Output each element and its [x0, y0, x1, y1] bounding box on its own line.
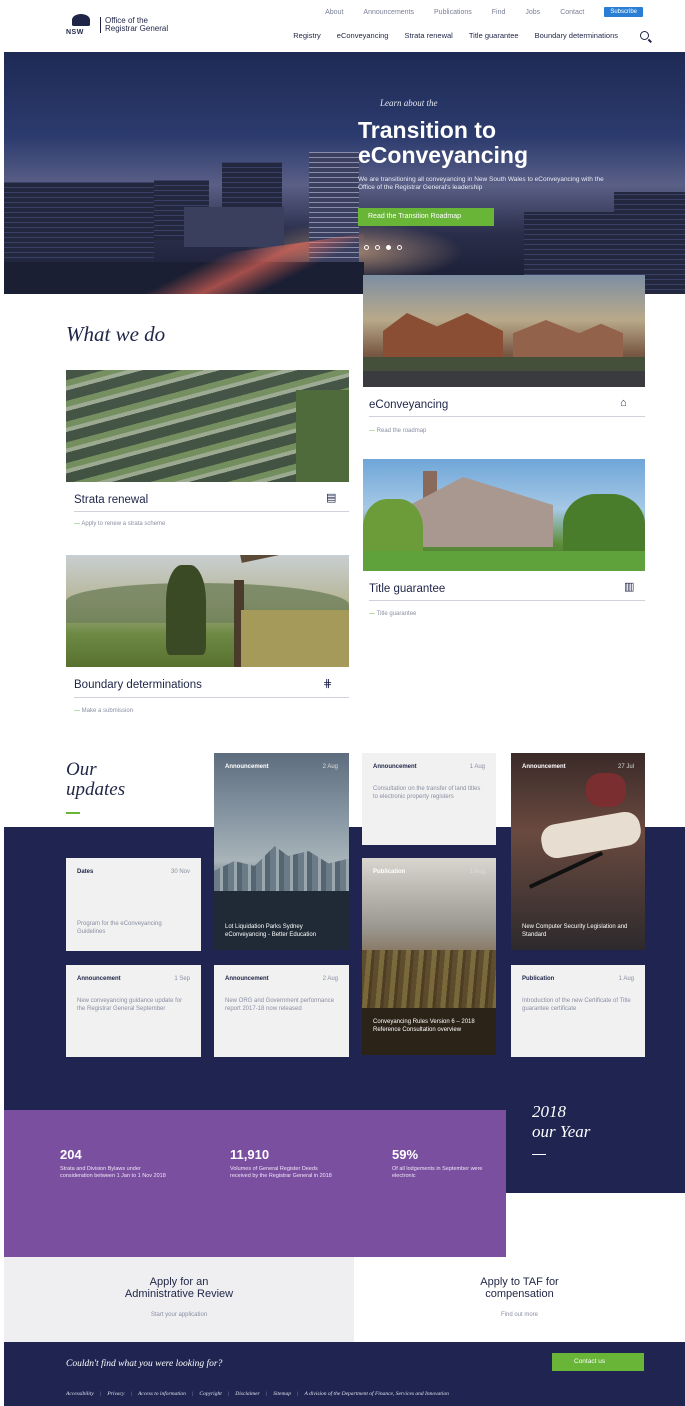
logo-line-2: Registrar General	[105, 24, 169, 33]
carousel-dots	[364, 245, 402, 250]
footer-links: Accessibility | Privacy | Access to inform…	[66, 1391, 449, 1397]
apply-taf-link[interactable]: Find out more	[354, 1312, 685, 1318]
update-card[interactable]: Announcement 1 Aug Consultation on the t…	[362, 753, 496, 845]
utility-link-announcements[interactable]: Announcements	[363, 9, 414, 16]
subscribe-button[interactable]: Subscribe	[604, 7, 643, 17]
house-icon: ⌂	[620, 397, 627, 409]
main-nav: Registry eConveyancing Strata renewal Ti…	[293, 31, 649, 40]
carousel-dot-1[interactable]	[364, 245, 369, 250]
footer-link-sitemap[interactable]: Sitemap	[273, 1391, 291, 1397]
apply-review-link[interactable]: Start your application	[4, 1312, 354, 1318]
hero-kicker: Learn about the	[380, 98, 438, 108]
update-card[interactable]: Announcement 1 Sep New conveyancing guid…	[66, 965, 201, 1057]
utility-nav: About Announcements Publications Find Jo…	[325, 7, 643, 17]
tile-title-econveyancing[interactable]: eConveyancing	[369, 399, 448, 411]
footer-link-copyright[interactable]: Copyright	[199, 1391, 221, 1397]
update-card[interactable]: Announcement 2 Aug Lot Liquidation Parks…	[214, 753, 349, 950]
footer-question: Couldn't find what you were looking for?	[66, 1359, 223, 1369]
apply-review-heading: Apply for an Administrative Review	[124, 1276, 234, 1300]
utility-link-publications[interactable]: Publications	[434, 9, 472, 16]
footer-link-accessibility[interactable]: Accessibility	[66, 1391, 94, 1397]
tile-link-title-guarantee[interactable]: Title guarantee	[369, 611, 417, 617]
hero-subtitle: We are transitioning all conveyancing in…	[358, 176, 604, 191]
update-card[interactable]: Publication 1 Aug Introduction of the ne…	[511, 965, 645, 1057]
nav-item-registry[interactable]: Registry	[293, 31, 321, 40]
update-card[interactable]: Announcement 2 Aug New ORG and Governmen…	[214, 965, 349, 1057]
stat-number: 11,910	[230, 1147, 270, 1162]
footer-link-disclaimer[interactable]: Disclaimer	[235, 1391, 259, 1397]
update-card[interactable]: Publication 1 Aug Conveyancing Rules Ver…	[362, 858, 496, 1055]
footer-tagline: A division of the Department of Finance,…	[304, 1391, 449, 1397]
strata-renewal-image[interactable]	[66, 370, 349, 482]
site-logo[interactable]: NSW Office of the Registrar General	[66, 14, 168, 36]
tile-link-boundary-determinations[interactable]: Make a submission	[74, 708, 133, 714]
waratah-logo-icon: NSW	[66, 14, 96, 36]
utility-link-about[interactable]: About	[325, 9, 343, 16]
footer-link-privacy[interactable]: Privacy	[107, 1391, 124, 1397]
update-card[interactable]: Announcement 27 Jul New Computer Securit…	[511, 753, 645, 950]
hero-title: Transition to eConveyancing	[358, 117, 528, 168]
stat-number: 204	[60, 1147, 82, 1162]
tile-title-title-guarantee[interactable]: Title guarantee	[369, 583, 445, 595]
apply-taf-heading: Apply to TAF for compensation	[480, 1276, 559, 1300]
utility-link-jobs[interactable]: Jobs	[525, 9, 540, 16]
nav-item-boundary-determinations[interactable]: Boundary determinations	[535, 31, 618, 40]
stat-number: 59%	[392, 1147, 419, 1162]
site-header: NSW Office of the Registrar General Abou…	[0, 0, 685, 52]
utility-link-find[interactable]: Find	[492, 9, 506, 16]
tile-link-strata-renewal[interactable]: Apply to renew a strata scheme	[74, 521, 165, 527]
footer-link-access-to-information[interactable]: Access to information	[138, 1391, 186, 1397]
title-guarantee-image[interactable]	[363, 459, 645, 571]
contact-us-button[interactable]: Contact us	[552, 1353, 644, 1371]
building-icon: ▤	[326, 492, 337, 504]
fence-icon: ⋕	[323, 678, 333, 690]
stats-panel	[4, 1110, 506, 1257]
year-heading[interactable]: 2018 our Year	[532, 1102, 590, 1142]
updates-heading: Our updates	[66, 759, 126, 800]
search-icon[interactable]	[640, 31, 649, 40]
nav-item-strata-renewal[interactable]: Strata renewal	[404, 31, 452, 40]
boundary-determinations-image[interactable]	[66, 555, 349, 667]
carousel-dot-2[interactable]	[375, 245, 380, 250]
carousel-dot-3[interactable]	[386, 245, 391, 250]
nav-item-econveyancing[interactable]: eConveyancing	[337, 31, 389, 40]
tile-title-strata-renewal[interactable]: Strata renewal	[74, 494, 148, 506]
document-icon: ▥	[624, 581, 635, 593]
stat-description: Of all lodgements in September were elec…	[392, 1166, 483, 1179]
carousel-dot-4[interactable]	[397, 245, 402, 250]
stat-description: Volumes of General Register Deeds receiv…	[230, 1166, 332, 1179]
stat-description: Strata and Division Bylaws under conside…	[60, 1166, 166, 1179]
update-card[interactable]: Dates 30 Nov Program for the eConveyanci…	[66, 858, 201, 951]
tile-title-boundary-determinations[interactable]: Boundary determinations	[74, 679, 202, 691]
what-we-do-heading: What we do	[66, 322, 166, 346]
hero-cta-button[interactable]: Read the Transition Roadmap	[358, 208, 494, 226]
utility-link-contact[interactable]: Contact	[560, 9, 584, 16]
hero-banner	[4, 52, 685, 294]
econveyancing-image[interactable]	[363, 275, 645, 387]
nav-item-title-guarantee[interactable]: Title guarantee	[469, 31, 519, 40]
tile-link-econveyancing[interactable]: Read the roadmap	[369, 428, 427, 434]
